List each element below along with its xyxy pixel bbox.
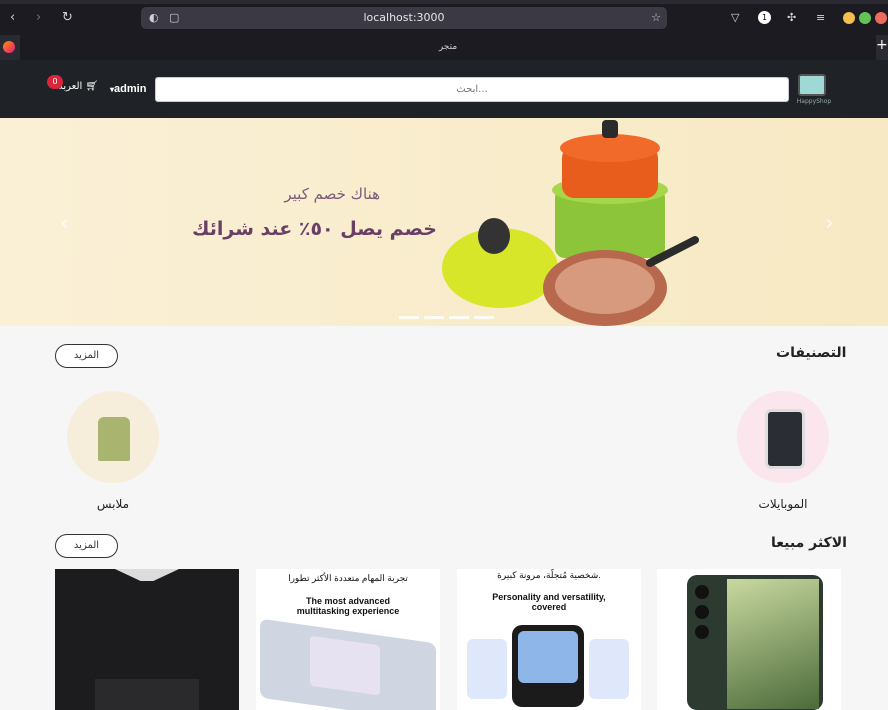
category-label: ملابس: [96, 497, 130, 511]
reload-icon[interactable]: ↻: [62, 10, 73, 26]
product-card[interactable]: تجربة المهام متعددة الأكثر تطورا The mos…: [256, 569, 440, 710]
maximize-window-button[interactable]: [859, 12, 871, 24]
product-image: [55, 569, 239, 710]
back-icon[interactable]: ‹: [10, 10, 15, 26]
bestsellers-more-button[interactable]: المزيد: [55, 534, 118, 558]
category-image: [67, 391, 159, 483]
category-mobiles[interactable]: الموبايلات: [737, 391, 829, 511]
carousel-dot[interactable]: [424, 316, 444, 319]
minimize-window-button[interactable]: [843, 12, 855, 24]
sweater-icon: [98, 417, 130, 461]
search-input[interactable]: [155, 77, 789, 102]
tab-strip: [0, 0, 888, 4]
cookware-image: [442, 120, 699, 326]
carousel-dot[interactable]: [399, 316, 419, 319]
cart-count-badge: 0: [47, 75, 63, 89]
category-image: [737, 391, 829, 483]
product-text-ar: تجربة المهام متعددة الأكثر تطورا: [288, 573, 408, 583]
cart-icon: 🛒︎: [85, 81, 99, 92]
product-text-en: Personality and versatility, covered: [492, 592, 606, 612]
url-bar[interactable]: ◐ ▢ localhost:3000 ☆: [141, 7, 667, 29]
hero-title: خصم يصل ٥٠٪ عند شرائك: [192, 218, 437, 240]
product-card[interactable]: [55, 569, 239, 710]
product-text-ar: شخصية مُتجلّة، مرونة كبيرة.: [497, 570, 601, 580]
forward-icon[interactable]: ›: [36, 10, 41, 26]
cart-link[interactable]: العربة 🛒︎: [58, 81, 98, 92]
user-menu[interactable]: ▾admin: [110, 83, 146, 95]
pocket-icon[interactable]: ▽: [731, 11, 739, 24]
carousel-dot[interactable]: [474, 316, 494, 319]
hero-subtitle: هناك خصم كبير: [284, 185, 380, 203]
carousel-indicators: [399, 304, 499, 323]
carousel-dot[interactable]: [449, 316, 469, 319]
logo[interactable]: HappyShop: [794, 70, 832, 108]
category-label: الموبايلات: [758, 497, 808, 511]
carousel-next-icon[interactable]: ›: [825, 211, 834, 236]
product-text-en: The most advanced multitasking experienc…: [296, 596, 400, 616]
tab-row: متجر +: [0, 35, 888, 60]
carousel-prev-icon[interactable]: ‹: [60, 211, 69, 236]
hero-carousel: هناك خصم كبير خصم يصل ٥٠٪ عند شرائك ‹ ›: [0, 118, 888, 326]
new-tab-button[interactable]: +: [876, 37, 888, 53]
extensions-icon[interactable]: ✣: [787, 11, 796, 24]
close-window-button[interactable]: [875, 12, 887, 24]
bestsellers-title: الاكثر مبيعا: [771, 535, 847, 551]
product-image: [512, 625, 584, 707]
categories-title: التصنيفات: [776, 345, 847, 361]
product-image: [687, 575, 823, 710]
tab-active[interactable]: متجر: [20, 35, 876, 60]
categories-more-button[interactable]: المزيد: [55, 344, 118, 368]
logo-text: HappyShop: [796, 98, 832, 105]
bookmark-star-icon[interactable]: ☆: [651, 11, 661, 24]
firefox-icon: [3, 41, 15, 53]
product-image: [260, 618, 436, 710]
url-text: localhost:3000: [363, 11, 445, 24]
extension-badge[interactable]: 1: [758, 11, 771, 24]
product-card[interactable]: [657, 569, 841, 710]
user-label: admin: [114, 83, 147, 95]
site-header: HappyShop ▾admin العربة🛒︎ 0: [0, 60, 888, 118]
menu-icon[interactable]: ≡: [816, 11, 825, 24]
browser-chrome: ‹ › ↻ ◐ ▢ localhost:3000 ☆ ▽ 1 ✣ ≡ متجر …: [0, 0, 888, 60]
shopping-bag-icon: [798, 74, 826, 96]
product-card[interactable]: شخصية مُتجلّة، مرونة كبيرة. Personality …: [457, 569, 641, 710]
category-clothes[interactable]: ملابس: [67, 391, 159, 511]
phone-icon: [765, 409, 805, 469]
